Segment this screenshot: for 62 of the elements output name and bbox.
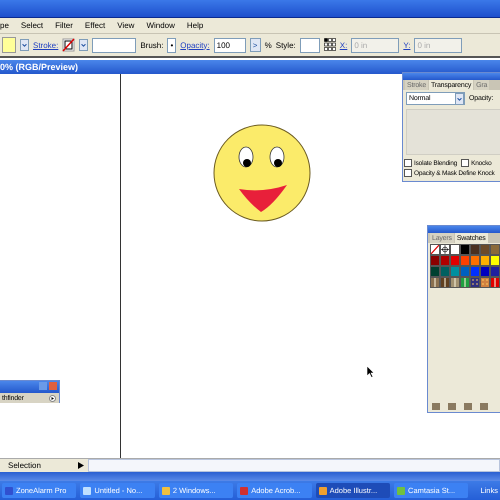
stroke-weight-field[interactable] [92, 38, 136, 52]
style-field[interactable] [300, 38, 320, 52]
color-swatch[interactable] [460, 244, 470, 255]
y-label[interactable]: Y: [403, 40, 410, 50]
menu-item[interactable]: Select [20, 21, 44, 30]
brush-label: Brush: [140, 40, 164, 50]
color-swatch[interactable] [430, 266, 440, 277]
color-swatch[interactable] [470, 255, 480, 266]
color-swatch[interactable] [480, 255, 490, 266]
menu-item[interactable]: pe [0, 21, 9, 30]
brush-field[interactable]: • [167, 38, 176, 52]
menu-item[interactable]: Window [146, 21, 175, 30]
no-stroke-icon[interactable] [62, 38, 76, 52]
menu-item[interactable]: Help [186, 21, 204, 30]
panel-title-bar[interactable] [428, 226, 500, 233]
menu-item[interactable]: Filter [55, 21, 73, 30]
fill-swatch[interactable] [2, 37, 16, 53]
pattern-swatch[interactable] [480, 277, 490, 288]
color-swatch[interactable] [480, 266, 490, 277]
color-swatch[interactable] [460, 255, 470, 266]
menu-item[interactable]: Effect [84, 21, 106, 30]
stroke-label[interactable]: Stroke: [33, 40, 58, 50]
percent-sign: % [264, 40, 272, 50]
document-title: 0% (RGB/Preview) [0, 60, 500, 74]
gradient-swatch[interactable] [490, 277, 500, 288]
x-label[interactable]: X: [340, 40, 348, 50]
color-swatch[interactable] [460, 266, 470, 277]
color-swatch[interactable] [470, 266, 480, 277]
opacity-label[interactable]: Opacity: [180, 40, 210, 50]
color-swatch[interactable] [470, 244, 480, 255]
tool-status: Selection [7, 461, 42, 470]
opacity-field[interactable]: 100 [214, 38, 246, 52]
menu-item[interactable]: View [117, 21, 134, 30]
gradient-swatch[interactable] [460, 277, 470, 288]
gradient-swatch[interactable] [440, 277, 450, 288]
color-swatch[interactable] [490, 244, 500, 255]
color-swatch[interactable] [450, 266, 460, 277]
chevron-icon[interactable] [455, 92, 464, 104]
color-swatch[interactable] [450, 244, 460, 255]
panel-menu-icon[interactable] [49, 394, 56, 402]
pointer-icon [366, 365, 375, 378]
color-swatch[interactable] [450, 255, 460, 266]
color-swatch[interactable] [490, 255, 500, 266]
opacity-arrow-button[interactable]: > [250, 38, 261, 52]
checkbox[interactable] [404, 169, 412, 177]
panel-title-bar[interactable] [403, 73, 500, 80]
registration-swatch[interactable] [440, 244, 450, 255]
scroll-bar[interactable] [88, 459, 500, 472]
gradient-swatch[interactable] [450, 277, 460, 288]
color-swatch[interactable] [430, 255, 440, 266]
color-swatch[interactable] [480, 244, 490, 255]
color-swatch[interactable] [440, 266, 450, 277]
color-swatch[interactable] [490, 266, 500, 277]
play-icon[interactable] [78, 462, 84, 469]
checkbox[interactable] [461, 159, 470, 167]
pattern-swatch[interactable] [470, 277, 480, 288]
checkbox[interactable] [404, 159, 412, 167]
none-swatch[interactable] [430, 244, 440, 255]
gradient-swatch[interactable] [430, 277, 440, 288]
style-label: Style: [276, 40, 296, 50]
color-swatch[interactable] [440, 255, 450, 266]
reference-point-icon[interactable] [324, 38, 336, 52]
